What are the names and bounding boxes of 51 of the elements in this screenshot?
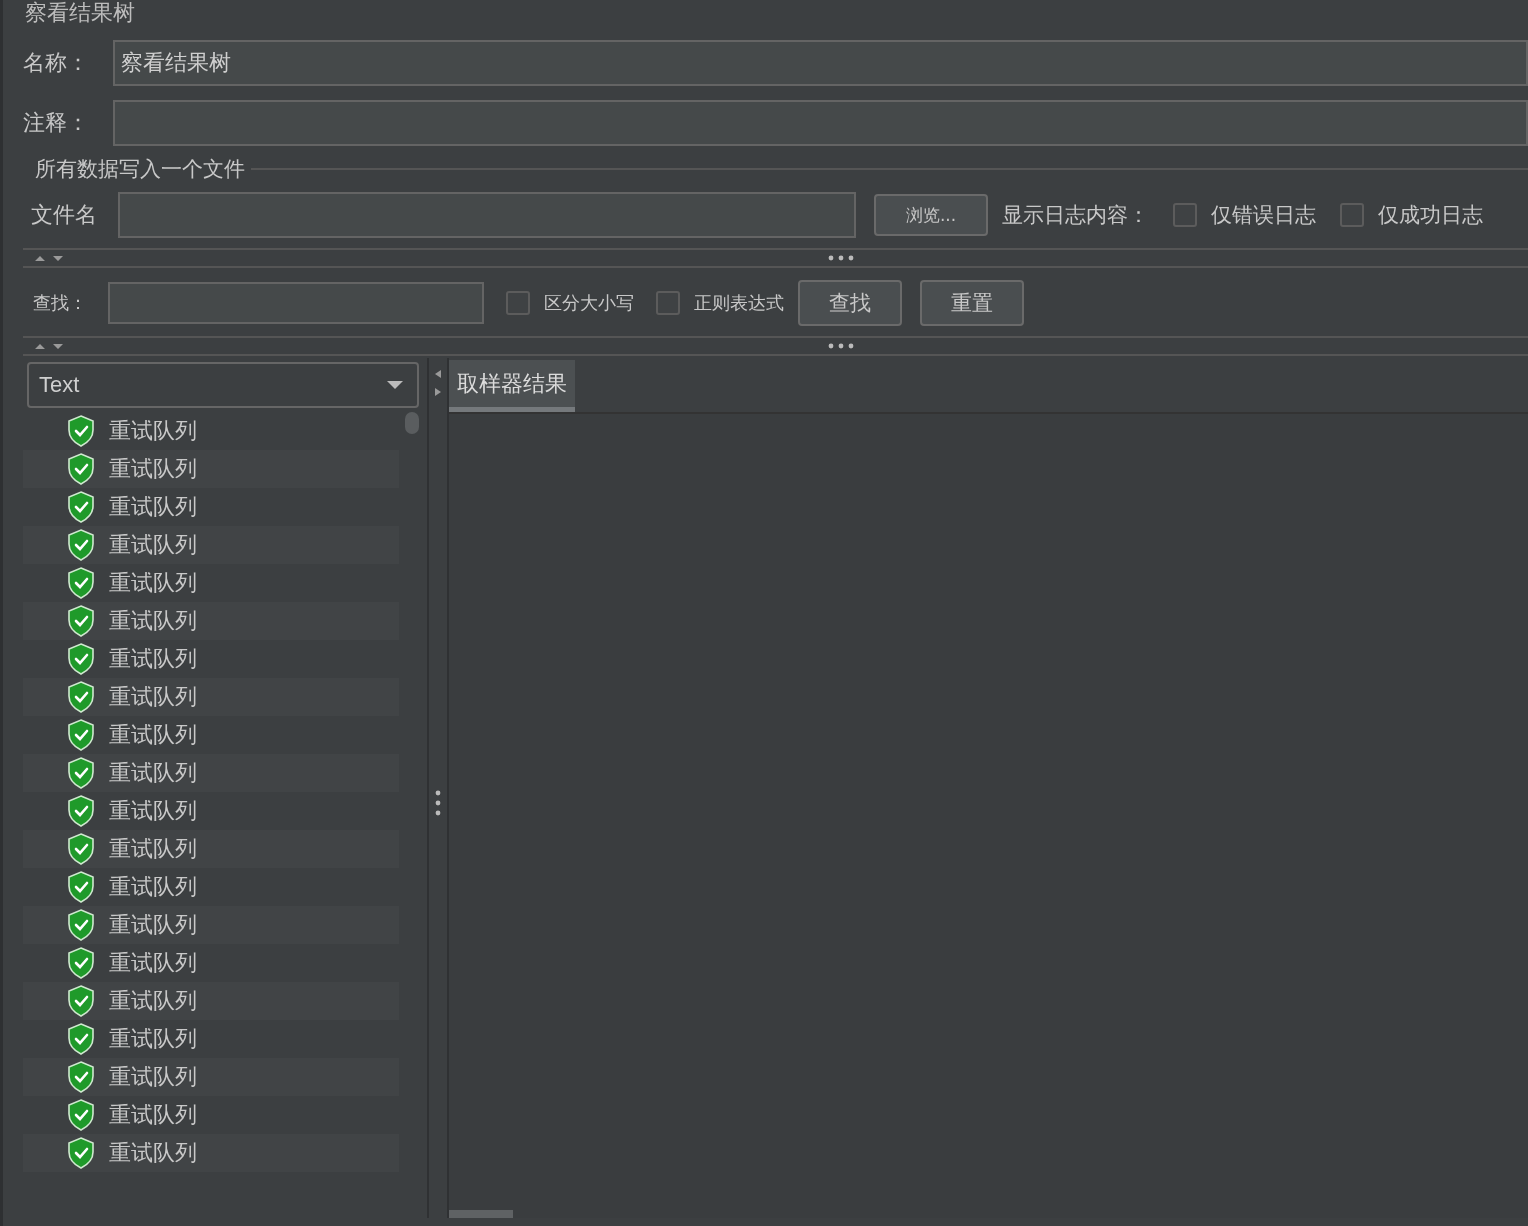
collapse-arrows-icon[interactable] xyxy=(434,368,442,398)
filename-label: 文件名 xyxy=(31,201,98,229)
checkbox-label: 仅成功日志 xyxy=(1378,202,1483,229)
panel-title: 察看结果树 xyxy=(24,0,136,26)
result-tree-item[interactable]: 重试队列 xyxy=(23,602,399,640)
comment-label: 注释： xyxy=(23,109,90,137)
result-tree-item[interactable]: 重试队列 xyxy=(23,640,399,678)
checkbox[interactable] xyxy=(656,291,680,315)
result-tree-item[interactable]: 重试队列 xyxy=(23,1134,399,1172)
tab[interactable]: 取样器结果 xyxy=(449,360,575,412)
action-button[interactable]: 查找 xyxy=(798,280,902,326)
comment-field[interactable] xyxy=(113,100,1528,146)
splitter-handle-icon[interactable] xyxy=(828,343,854,349)
result-tree-item[interactable]: 重试队列 xyxy=(23,564,399,602)
filename-field[interactable] xyxy=(118,192,856,238)
checkbox-label: 仅错误日志 xyxy=(1211,202,1316,229)
search-field[interactable] xyxy=(108,282,484,324)
renderer-dropdown[interactable]: Text xyxy=(27,362,419,408)
name-label: 名称： xyxy=(23,49,90,77)
result-tree-item[interactable]: 重试队列 xyxy=(23,716,399,754)
scrollbar-thumb[interactable] xyxy=(449,1210,513,1218)
result-tree-item[interactable]: 重试队列 xyxy=(23,1096,399,1134)
checkbox[interactable] xyxy=(506,291,530,315)
splitter-handle-icon[interactable] xyxy=(435,790,441,816)
result-tree-item[interactable]: 重试队列 xyxy=(23,678,399,716)
name-field[interactable]: 察看结果树 xyxy=(113,40,1528,86)
result-tree-item[interactable]: 重试队列 xyxy=(23,412,399,450)
search-label: 查找： xyxy=(33,291,88,315)
splitter-handle-icon[interactable] xyxy=(828,255,854,261)
result-tree-item[interactable]: 重试队列 xyxy=(23,450,399,488)
scrollbar-thumb[interactable] xyxy=(405,412,419,434)
result-tree-item[interactable]: 重试队列 xyxy=(23,868,399,906)
result-tree-item[interactable]: 重试队列 xyxy=(23,1020,399,1058)
result-tree-item[interactable]: 重试队列 xyxy=(23,488,399,526)
result-tree-item[interactable]: 重试队列 xyxy=(23,754,399,792)
result-tree-item[interactable]: 重试队列 xyxy=(23,906,399,944)
group-title: 所有数据写入一个文件 xyxy=(34,156,246,183)
result-tree-item[interactable]: 重试队列 xyxy=(23,830,399,868)
dropdown-caret-icon xyxy=(387,380,403,390)
log-label: 显示日志内容： xyxy=(1002,202,1149,229)
checkbox[interactable] xyxy=(1173,203,1197,227)
checkbox-label: 区分大小写 xyxy=(544,291,634,315)
checkbox[interactable] xyxy=(1340,203,1364,227)
result-tree-item[interactable]: 重试队列 xyxy=(23,1058,399,1096)
browse-button[interactable]: 浏览... xyxy=(874,194,988,236)
result-tree-item[interactable]: 重试队列 xyxy=(23,982,399,1020)
result-tree-item[interactable]: 重试队列 xyxy=(23,792,399,830)
result-tree-item[interactable]: 重试队列 xyxy=(23,944,399,982)
action-button[interactable]: 重置 xyxy=(920,280,1024,326)
checkbox-label: 正则表达式 xyxy=(694,291,784,315)
result-tree-item[interactable]: 重试队列 xyxy=(23,526,399,564)
